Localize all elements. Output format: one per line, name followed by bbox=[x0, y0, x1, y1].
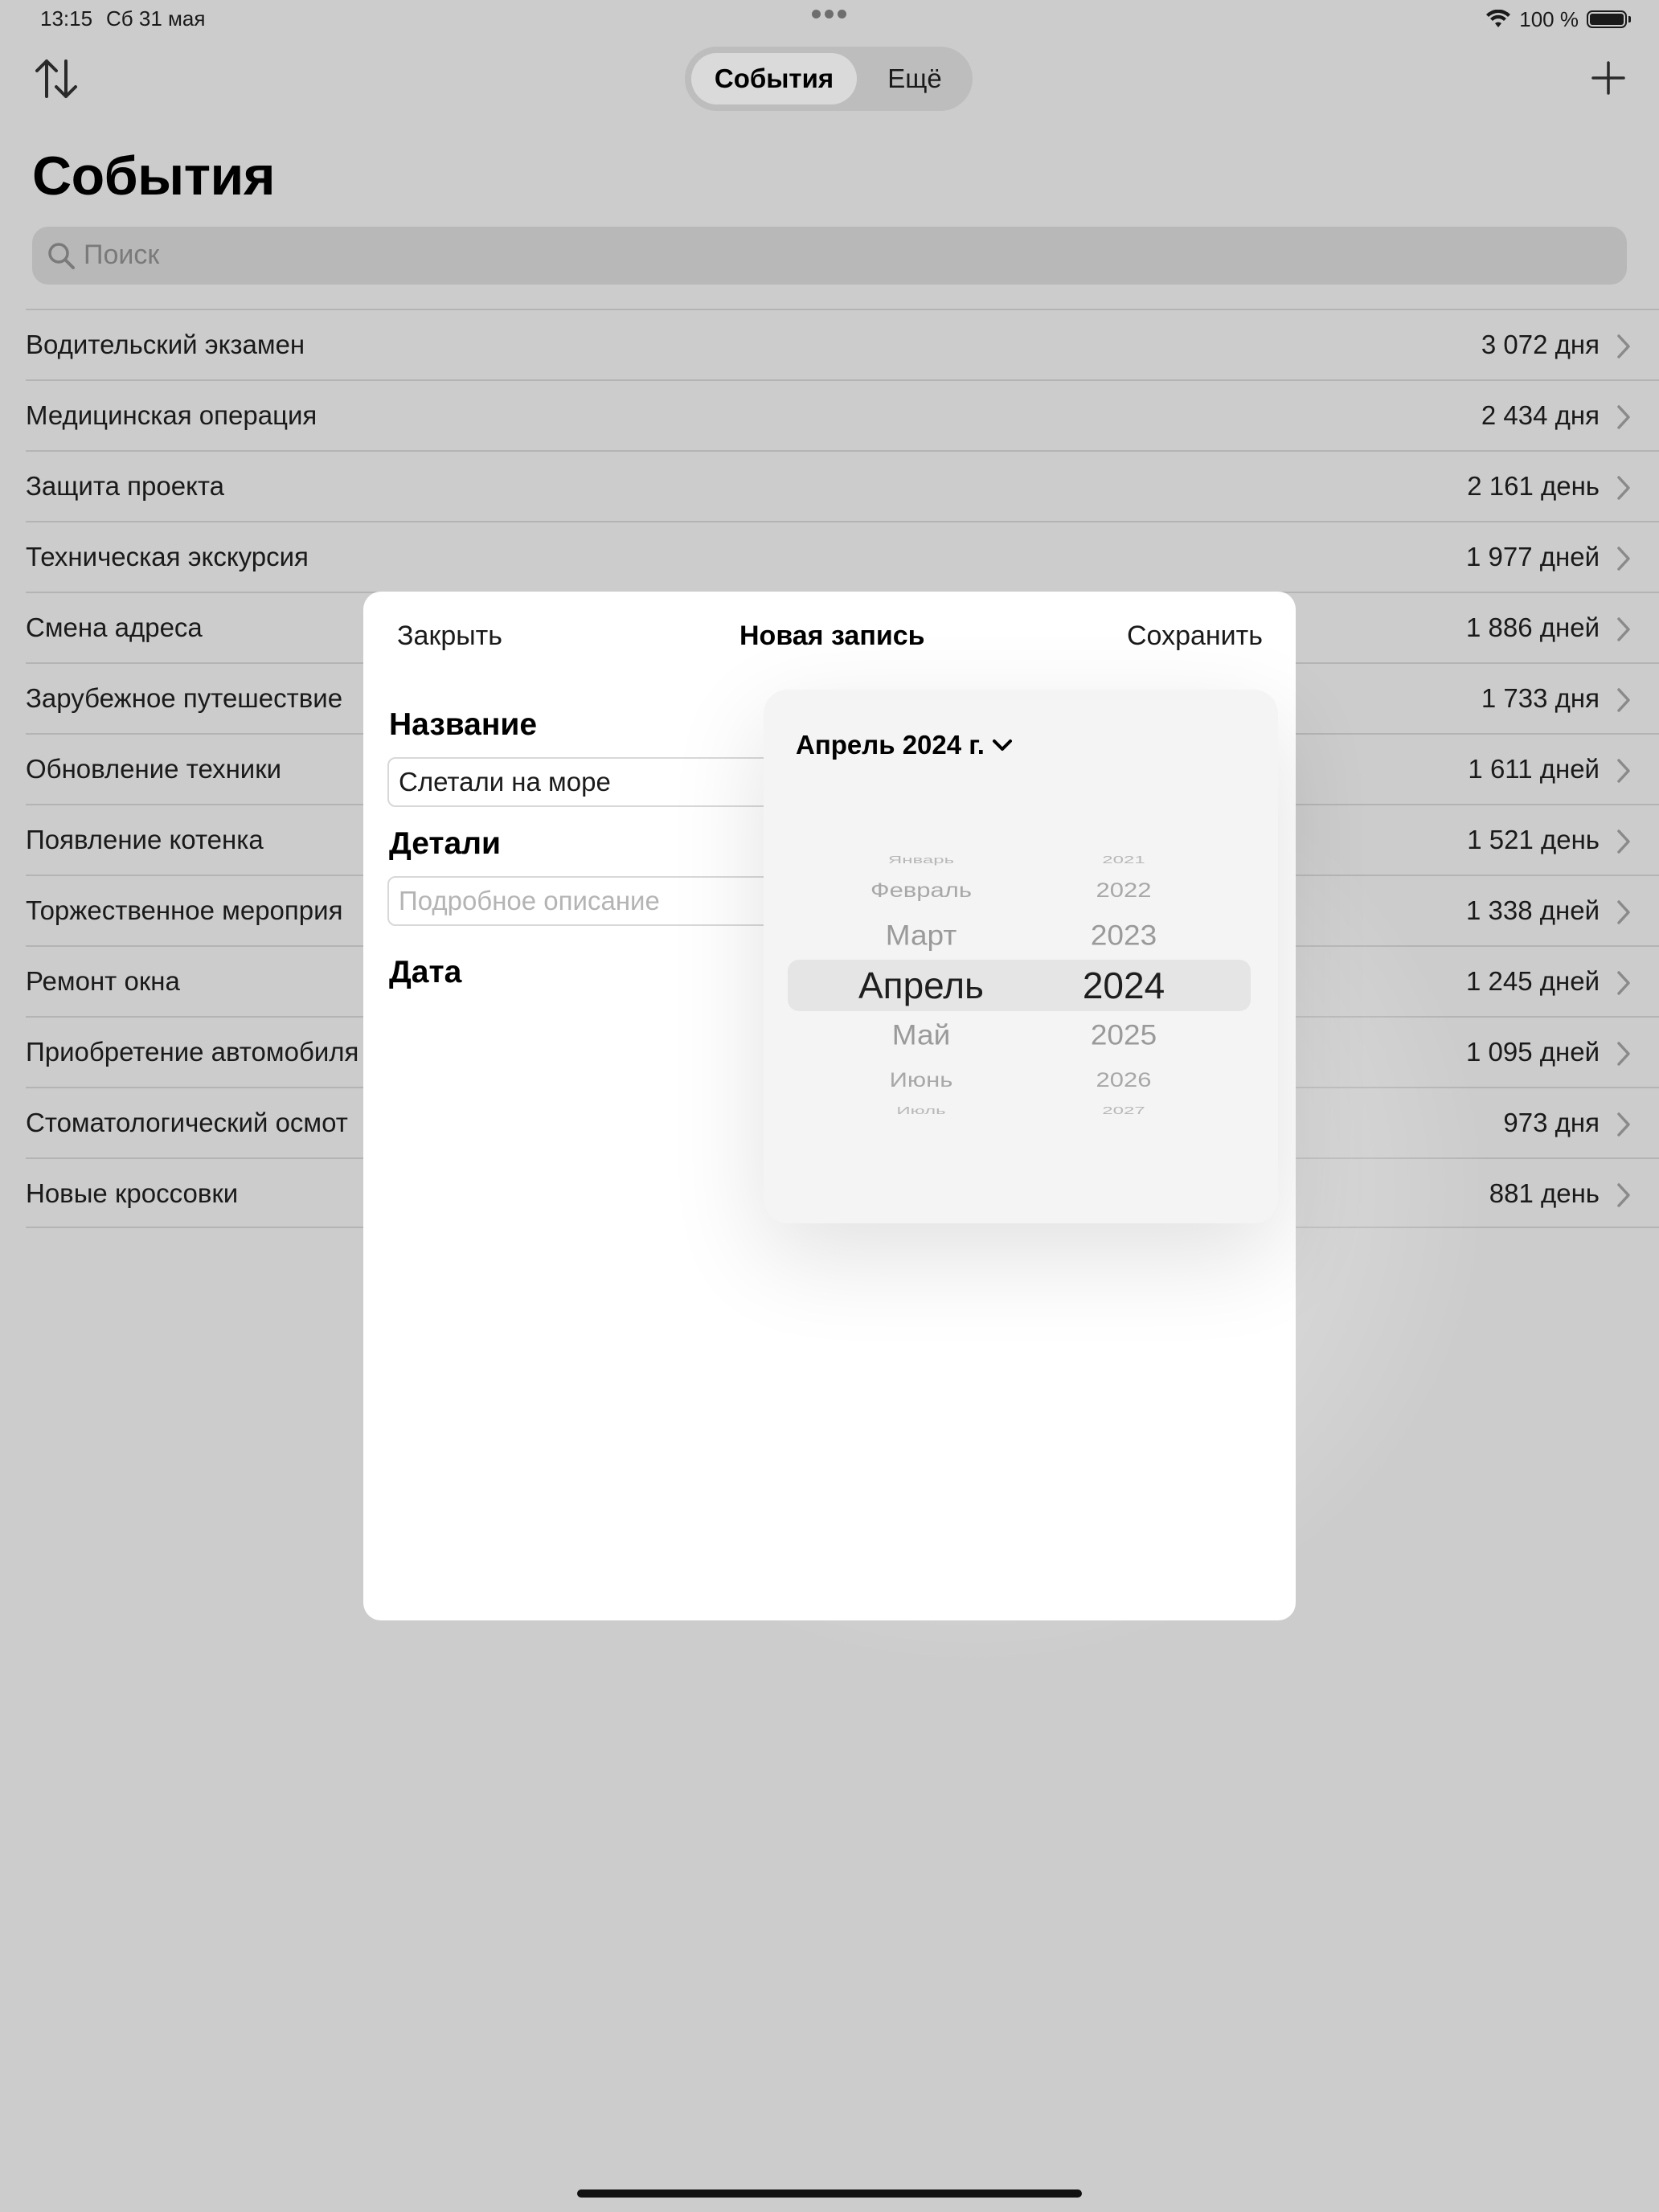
event-day-count: 973 дня bbox=[1503, 1108, 1600, 1137]
event-day-count: 1 977 дней bbox=[1465, 542, 1600, 571]
event-day-count: 881 день bbox=[1489, 1178, 1600, 1208]
modal-title: Новая запись bbox=[739, 621, 925, 651]
chevron-right-icon bbox=[1617, 759, 1630, 783]
event-name: Появление котенка bbox=[26, 825, 264, 854]
chevron-right-icon bbox=[1617, 1183, 1630, 1207]
name-label: Название bbox=[389, 707, 538, 742]
event-name: Новые кроссовки bbox=[26, 1178, 239, 1208]
event-name: Смена адреса bbox=[26, 612, 203, 642]
event-day-count: 3 072 дня bbox=[1481, 330, 1600, 359]
chevron-down-icon bbox=[992, 739, 1012, 751]
date-picker: Апрель 2024 г. Январь Февраль Март Апрель Ма… bbox=[764, 690, 1278, 1223]
event-name: Стоматологический осмот bbox=[26, 1108, 348, 1137]
event-name: Приобретение автомобиля bbox=[26, 1037, 359, 1067]
picker-selection-highlight bbox=[788, 960, 1251, 1011]
event-day-count: 1 733 дня bbox=[1481, 683, 1600, 713]
event-day-count: 1 095 дней bbox=[1465, 1037, 1600, 1067]
year-option-selected[interactable]: 2024 bbox=[1083, 964, 1165, 1007]
home-indicator bbox=[577, 2189, 1082, 2198]
event-day-count: 1 338 дней bbox=[1465, 895, 1600, 925]
chevron-right-icon bbox=[1617, 830, 1630, 854]
status-time: 13:15 bbox=[40, 6, 93, 31]
event-row[interactable]: Техническая экскурсия 1 977 дней bbox=[26, 521, 1659, 592]
event-day-count: 2 434 дня bbox=[1481, 400, 1600, 430]
month-option[interactable]: Май bbox=[892, 1019, 950, 1051]
event-name: Медицинская операция bbox=[26, 400, 317, 430]
event-name: Зарубежное путешествие bbox=[26, 683, 343, 713]
multitasking-dots-icon[interactable] bbox=[812, 10, 847, 21]
event-day-count: 1 886 дней bbox=[1465, 612, 1600, 642]
details-field[interactable]: Подробное описание bbox=[387, 876, 773, 926]
year-option[interactable]: 2025 bbox=[1091, 1019, 1157, 1051]
chevron-right-icon bbox=[1617, 547, 1630, 571]
event-day-count: 2 161 день bbox=[1467, 471, 1600, 501]
month-option[interactable]: Январь bbox=[888, 854, 954, 866]
close-button[interactable]: Закрыть bbox=[397, 621, 502, 652]
event-row[interactable]: Защита проекта 2 161 день bbox=[26, 450, 1659, 521]
event-name: Техническая экскурсия bbox=[26, 542, 309, 571]
chevron-right-icon bbox=[1617, 476, 1630, 500]
page-title: События bbox=[32, 145, 276, 207]
wifi-icon bbox=[1486, 10, 1511, 27]
battery-icon bbox=[1587, 10, 1631, 28]
event-day-count: 1 245 дней bbox=[1465, 966, 1600, 996]
event-row[interactable]: Медицинская операция 2 434 дня bbox=[26, 379, 1659, 450]
event-name: Обновление техники bbox=[26, 754, 282, 784]
chevron-right-icon bbox=[1617, 334, 1630, 358]
picker-header: Апрель 2024 г. bbox=[796, 730, 985, 760]
segment-more[interactable]: Ещё bbox=[866, 53, 963, 104]
sort-arrows-icon[interactable] bbox=[32, 56, 80, 101]
month-year-toggle[interactable]: Апрель 2024 г. bbox=[796, 730, 1014, 760]
search-bar[interactable]: Поиск bbox=[32, 227, 1627, 285]
details-label: Детали bbox=[389, 826, 501, 861]
chevron-right-icon bbox=[1617, 405, 1630, 429]
year-option[interactable]: 2027 bbox=[1102, 1104, 1145, 1116]
year-option[interactable]: 2023 bbox=[1091, 920, 1157, 952]
event-name: Защита проекта bbox=[26, 471, 224, 501]
save-button[interactable]: Сохранить bbox=[1127, 621, 1263, 652]
chevron-right-icon bbox=[1617, 900, 1630, 924]
event-row[interactable]: Водительский экзамен 3 072 дня bbox=[26, 309, 1659, 379]
name-field[interactable]: Слетали на море bbox=[387, 757, 773, 807]
plus-icon[interactable] bbox=[1590, 59, 1627, 96]
status-date: Сб 31 мая bbox=[106, 6, 206, 31]
event-name: Торжественное мероприя bbox=[26, 895, 343, 925]
year-option[interactable]: 2022 bbox=[1096, 879, 1152, 903]
search-input[interactable]: Поиск bbox=[84, 240, 159, 271]
month-option-selected[interactable]: Апрель bbox=[858, 964, 984, 1007]
event-day-count: 1 611 дней bbox=[1468, 754, 1600, 784]
chevron-right-icon bbox=[1617, 617, 1630, 641]
status-indicators: 100 % bbox=[1485, 5, 1631, 34]
battery-percent: 100 % bbox=[1519, 6, 1579, 31]
search-icon bbox=[48, 243, 75, 269]
month-option[interactable]: Февраль bbox=[870, 879, 972, 903]
chevron-right-icon bbox=[1617, 971, 1630, 995]
year-option[interactable]: 2026 bbox=[1096, 1069, 1152, 1092]
month-option[interactable]: Март bbox=[886, 920, 957, 952]
month-option[interactable]: Июнь bbox=[890, 1069, 953, 1092]
chevron-right-icon bbox=[1617, 688, 1630, 712]
event-name: Водительский экзамен bbox=[26, 330, 305, 359]
date-label: Дата bbox=[389, 955, 462, 989]
chevron-right-icon bbox=[1617, 1112, 1630, 1137]
chevron-right-icon bbox=[1617, 1042, 1630, 1066]
month-option[interactable]: Июль bbox=[896, 1104, 945, 1116]
event-day-count: 1 521 день bbox=[1467, 825, 1600, 854]
segmented-control: События Ещё bbox=[685, 47, 973, 111]
event-name: Ремонт окна bbox=[26, 966, 180, 996]
segment-events[interactable]: События bbox=[691, 53, 857, 104]
year-option[interactable]: 2021 bbox=[1102, 854, 1145, 866]
